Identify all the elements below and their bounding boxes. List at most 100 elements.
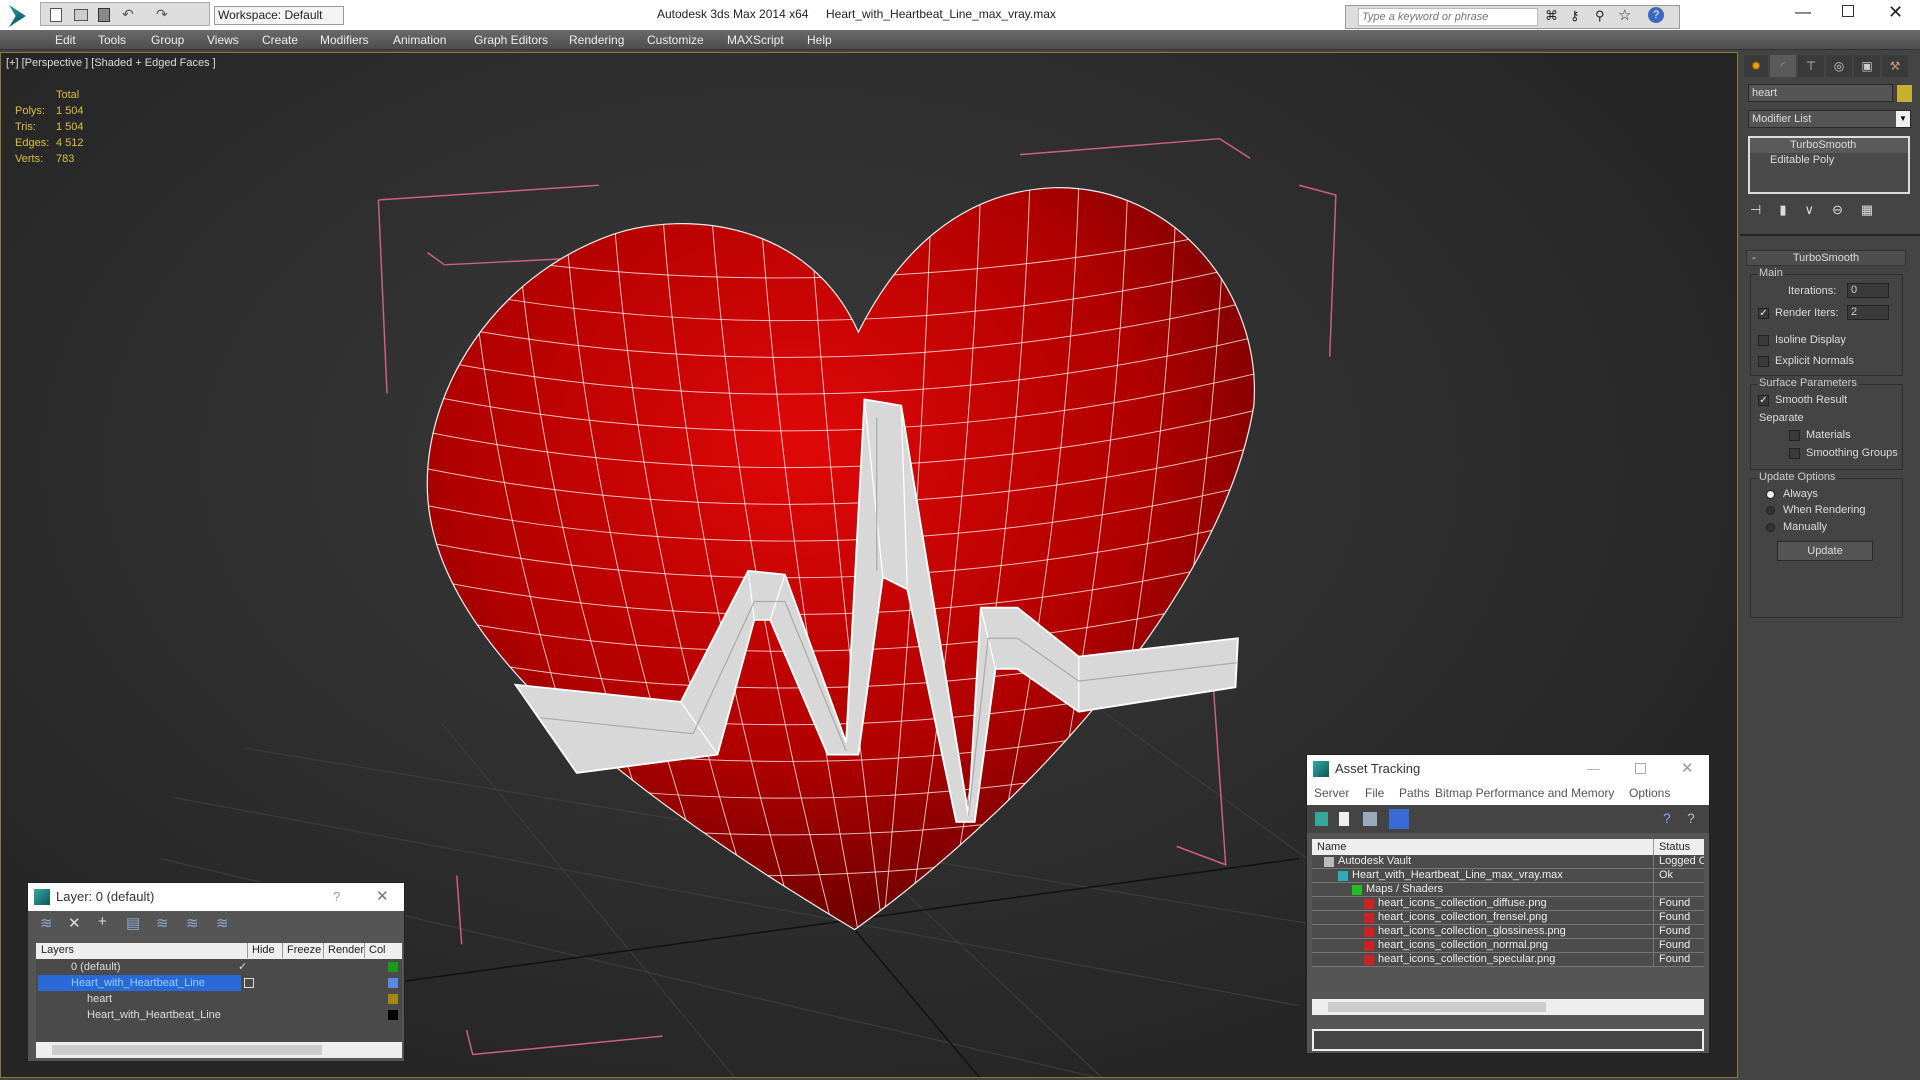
- object-row[interactable]: Heart_with_Heartbeat_Line: [36, 1007, 402, 1023]
- column-layers[interactable]: Layers: [41, 943, 74, 958]
- save-icon[interactable]: [98, 8, 110, 22]
- rollout-turbosmooth-header[interactable]: - TurboSmooth: [1746, 250, 1906, 266]
- menu-help[interactable]: Help: [807, 33, 832, 47]
- satellite-icon[interactable]: ⚲: [1595, 8, 1605, 24]
- iterations-spinner[interactable]: 0: [1847, 283, 1889, 298]
- help-icon[interactable]: ?: [1648, 7, 1664, 23]
- close-button[interactable]: ✕: [376, 883, 389, 911]
- modifier-list-dropdown[interactable]: Modifier List ▼: [1748, 110, 1911, 128]
- menu-modifiers[interactable]: Modifiers: [320, 33, 369, 47]
- layer-color-swatch[interactable]: [388, 978, 398, 988]
- new-file-icon[interactable]: [50, 8, 62, 22]
- column-freeze[interactable]: Freeze: [282, 943, 321, 958]
- maximize-button[interactable]: [1842, 5, 1854, 17]
- column-render[interactable]: Render: [323, 943, 364, 958]
- layer-checkbox[interactable]: [244, 978, 254, 988]
- redo-icon[interactable]: ↷: [156, 6, 168, 23]
- render-iters-spinner[interactable]: 2: [1847, 305, 1889, 320]
- menu-paths[interactable]: Paths: [1399, 783, 1430, 803]
- menu-rendering[interactable]: Rendering: [569, 33, 624, 47]
- add-to-layer-icon[interactable]: +: [98, 913, 107, 930]
- menu-bitmap-performance[interactable]: Bitmap Performance and Memory: [1435, 783, 1614, 803]
- motion-tab[interactable]: ◎: [1826, 55, 1852, 77]
- viewport-label[interactable]: [+] [Perspective ] [Shaded + Edged Faces…: [6, 57, 216, 69]
- layer-row[interactable]: 0 (default) ✓: [36, 959, 402, 975]
- help-button[interactable]: ?: [333, 883, 340, 911]
- stack-item-editable-poly[interactable]: Editable Poly: [1750, 153, 1908, 168]
- layer-color-swatch[interactable]: [388, 994, 398, 1004]
- search-input[interactable]: [1358, 8, 1538, 26]
- isoline-display-checkbox[interactable]: Isoline Display: [1758, 334, 1846, 346]
- hide-all-icon[interactable]: ≋: [216, 914, 229, 932]
- layer-color-swatch[interactable]: [388, 1010, 398, 1020]
- menu-tools[interactable]: Tools: [98, 33, 126, 47]
- object-row[interactable]: heart: [36, 991, 402, 1007]
- asset-row[interactable]: heart_icons_collection_diffuse.png Found: [1312, 897, 1704, 911]
- tree-view-icon[interactable]: [1363, 812, 1377, 826]
- asset-row[interactable]: Autodesk Vault Logged O: [1312, 855, 1704, 869]
- asset-row[interactable]: heart_icons_collection_frensel.png Found: [1312, 911, 1704, 925]
- asset-path-field[interactable]: [1312, 1029, 1704, 1051]
- layer-dialog-titlebar[interactable]: Layer: 0 (default) ? ✕: [28, 883, 404, 911]
- horizontal-scrollbar[interactable]: [1312, 999, 1704, 1015]
- asset-row[interactable]: heart_icons_collection_normal.png Found: [1312, 939, 1704, 953]
- column-hide[interactable]: Hide: [247, 943, 279, 958]
- highlight-layer-icon[interactable]: ≋: [186, 914, 199, 932]
- always-radio[interactable]: Always: [1766, 488, 1818, 500]
- object-name-field[interactable]: heart: [1748, 84, 1893, 102]
- menu-edit[interactable]: Edit: [55, 33, 76, 47]
- update-button[interactable]: Update: [1777, 541, 1873, 561]
- refresh-icon[interactable]: [1315, 812, 1328, 826]
- layer-color-swatch[interactable]: [388, 962, 398, 972]
- workspace-dropdown[interactable]: Workspace: Default: [214, 6, 344, 25]
- star-icon[interactable]: ☆: [1618, 6, 1631, 24]
- help-icon[interactable]: ?: [1663, 810, 1671, 826]
- maximize-button[interactable]: [1635, 763, 1646, 774]
- asset-row[interactable]: heart_icons_collection_specular.png Found: [1312, 953, 1704, 967]
- select-objects-icon[interactable]: ▤: [126, 914, 140, 932]
- menu-create[interactable]: Create: [262, 33, 298, 47]
- minimize-button[interactable]: —: [1795, 4, 1811, 22]
- close-button[interactable]: ✕: [1888, 2, 1903, 23]
- delete-layer-icon[interactable]: ✕: [68, 914, 81, 932]
- key-icon[interactable]: ⚷: [1570, 8, 1580, 24]
- minimize-button[interactable]: —: [1587, 755, 1600, 783]
- render-iters-checkbox[interactable]: ✓ Render Iters:: [1758, 307, 1839, 319]
- binoculars-icon[interactable]: ⌘: [1545, 8, 1558, 24]
- create-layer-icon[interactable]: ≋: [40, 914, 53, 932]
- stack-item-turbosmooth[interactable]: TurboSmooth: [1750, 138, 1908, 153]
- close-button[interactable]: ✕: [1681, 755, 1694, 783]
- display-tab[interactable]: ▣: [1854, 55, 1880, 77]
- asset-row[interactable]: heart_icons_collection_glossiness.png Fou…: [1312, 925, 1704, 939]
- manually-radio[interactable]: Manually: [1766, 521, 1827, 533]
- select-layer-icon[interactable]: ≋: [156, 914, 169, 932]
- table-view-icon[interactable]: [1389, 809, 1409, 829]
- create-tab[interactable]: ✹: [1744, 55, 1768, 77]
- smoothing-groups-checkbox[interactable]: Smoothing Groups: [1789, 447, 1898, 459]
- hierarchy-tab[interactable]: ⊤: [1798, 55, 1824, 77]
- menu-server[interactable]: Server: [1314, 783, 1349, 803]
- asset-row[interactable]: Heart_with_Heartbeat_Line_max_vray.max Ok: [1312, 869, 1704, 883]
- asset-row[interactable]: Maps / Shaders: [1312, 883, 1704, 897]
- layer-row-selected[interactable]: Heart_with_Heartbeat_Line: [36, 975, 402, 991]
- menu-maxscript[interactable]: MAXScript: [727, 33, 784, 47]
- menu-customize[interactable]: Customize: [647, 33, 704, 47]
- utilities-tab[interactable]: ⚒: [1882, 55, 1908, 77]
- object-color-swatch[interactable]: [1897, 85, 1912, 102]
- menu-group[interactable]: Group: [151, 33, 184, 47]
- column-name[interactable]: Name: [1317, 839, 1346, 855]
- materials-checkbox[interactable]: Materials: [1789, 429, 1851, 441]
- open-file-icon[interactable]: [74, 9, 88, 21]
- column-status[interactable]: Status: [1653, 839, 1690, 855]
- horizontal-scrollbar[interactable]: [36, 1042, 402, 1058]
- menu-graph-editors[interactable]: Graph Editors: [474, 33, 548, 47]
- undo-icon[interactable]: ↶: [122, 6, 134, 23]
- list-view-icon[interactable]: [1339, 812, 1349, 826]
- menu-animation[interactable]: Animation: [393, 33, 446, 47]
- app-menu-button[interactable]: [8, 4, 26, 28]
- column-color[interactable]: Col: [364, 943, 386, 958]
- explicit-normals-checkbox[interactable]: Explicit Normals: [1758, 355, 1854, 367]
- modify-tab[interactable]: ◜: [1770, 55, 1796, 77]
- when-rendering-radio[interactable]: When Rendering: [1766, 504, 1866, 516]
- asset-tracking-titlebar[interactable]: Asset Tracking — ✕: [1307, 755, 1709, 783]
